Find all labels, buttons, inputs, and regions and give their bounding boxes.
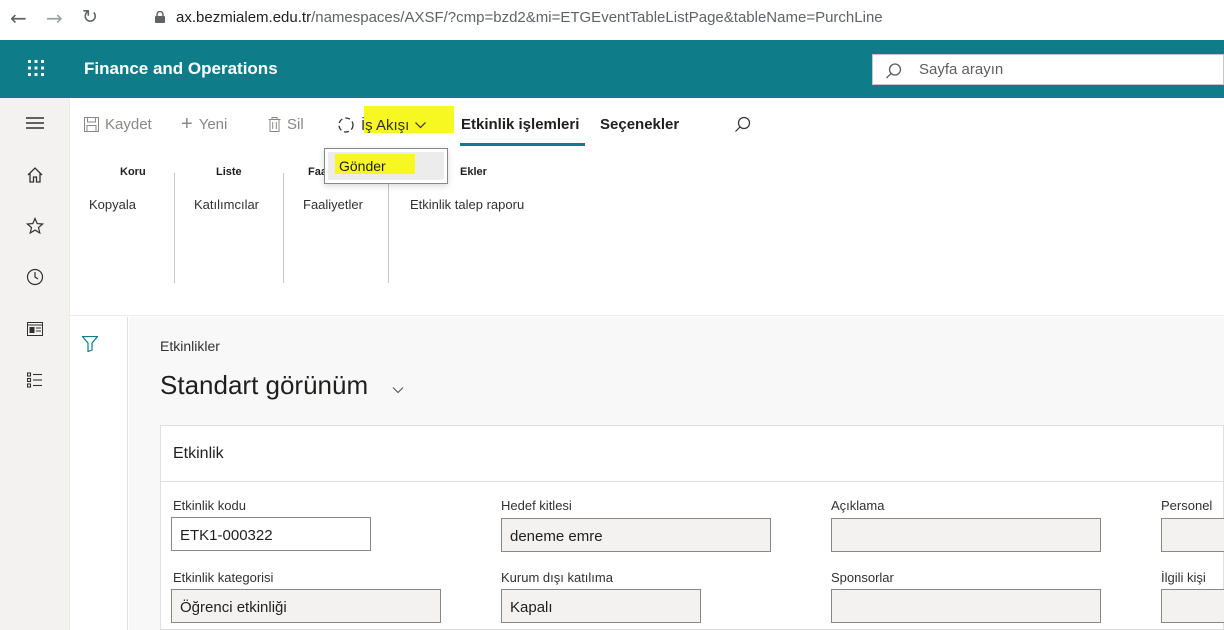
workflow-dropdown-menu: Gönder xyxy=(324,148,448,184)
ribbon-group-title: Koru xyxy=(120,166,146,178)
sponsors-field[interactable] xyxy=(831,589,1101,623)
page-caption: Etkinlikler xyxy=(160,338,220,354)
forward-arrow-icon[interactable]: → xyxy=(46,6,63,30)
filter-pane xyxy=(70,317,128,630)
field-label: Kurum dışı katılıma xyxy=(501,570,613,585)
search-icon[interactable] xyxy=(734,116,751,133)
copy-button[interactable]: Kopyala xyxy=(89,197,136,212)
ribbon-divider xyxy=(388,173,389,283)
event-code-field[interactable]: ETK1-000322 xyxy=(171,517,371,551)
home-icon[interactable] xyxy=(24,164,46,186)
page-search-input[interactable]: Sayfa arayın xyxy=(872,54,1224,85)
address-bar[interactable]: ax.bezmialem.edu.tr/namespaces/AXSF/?cmp… xyxy=(176,9,883,26)
event-request-report-button[interactable]: Etkinlik talep raporu xyxy=(410,197,524,212)
filter-funnel-icon[interactable] xyxy=(82,336,98,352)
description-field[interactable] xyxy=(831,518,1101,552)
lock-icon xyxy=(155,11,165,23)
url-path: /namespaces/AXSF/?cmp=bzd2&mi=ETGEventTa… xyxy=(311,9,883,26)
trash-icon xyxy=(268,117,281,132)
plus-icon: + xyxy=(181,113,193,135)
save-button[interactable]: Kaydet xyxy=(84,116,152,133)
waffle-menu-icon[interactable] xyxy=(26,58,46,78)
tab-options[interactable]: Seçenekler xyxy=(600,116,679,133)
url-domain: ax.bezmialem.edu.tr xyxy=(176,9,312,26)
new-label: Yeni xyxy=(198,116,228,133)
workspaces-icon[interactable] xyxy=(24,318,46,340)
search-placeholder: Sayfa arayın xyxy=(919,61,1004,78)
activities-button[interactable]: Faaliyetler xyxy=(303,197,363,212)
field-label: Sponsorlar xyxy=(831,570,894,585)
participants-button[interactable]: Katılımcılar xyxy=(194,197,259,212)
browser-toolbar: ← → ↻ ax.bezmialem.edu.tr/namespaces/AXS… xyxy=(0,0,1224,38)
target-audience-field[interactable]: deneme emre xyxy=(501,518,771,552)
staff-field[interactable] xyxy=(1161,518,1224,552)
delete-label: Sil xyxy=(287,116,304,133)
recent-clock-icon[interactable] xyxy=(24,266,46,288)
menu-item-submit-label: Gönder xyxy=(339,158,386,174)
field-label: Açıklama xyxy=(831,498,885,513)
ribbon-group-title: Liste xyxy=(216,166,242,178)
action-pane: Kaydet + Yeni Sil İş Akışı Etkinlik işle… xyxy=(70,98,1224,316)
chevron-down-icon xyxy=(415,121,427,128)
new-button[interactable]: + Yeni xyxy=(181,113,228,135)
left-navigation xyxy=(0,98,70,630)
active-tab-indicator xyxy=(460,143,585,146)
chevron-down-icon[interactable] xyxy=(392,386,404,394)
favorites-star-icon[interactable] xyxy=(24,215,46,237)
hamburger-menu-icon[interactable] xyxy=(24,112,46,134)
external-participation-field[interactable]: Kapalı xyxy=(501,589,701,623)
card-header[interactable]: Etkinlik xyxy=(161,426,1224,482)
field-label: İlgili kişi xyxy=(1161,570,1206,585)
workflow-menu-button[interactable]: İş Akışı xyxy=(337,116,427,134)
event-category-field[interactable]: Öğrenci etkinliği xyxy=(171,589,441,623)
field-label: Etkinlik kategorisi xyxy=(173,570,274,585)
contact-person-field[interactable] xyxy=(1161,589,1224,623)
field-label: Personel xyxy=(1161,498,1213,513)
modules-list-icon[interactable] xyxy=(24,369,46,391)
ribbon-divider xyxy=(283,173,284,283)
save-label: Kaydet xyxy=(105,116,152,133)
reload-icon[interactable]: ↻ xyxy=(82,6,98,28)
search-icon xyxy=(886,63,902,79)
ribbon-divider xyxy=(174,173,175,283)
tab-event-operations[interactable]: Etkinlik işlemleri xyxy=(461,116,579,133)
workflow-label: İş Akışı xyxy=(361,116,410,134)
workflow-cycle-icon xyxy=(338,117,354,133)
field-label: Etkinlik kodu xyxy=(173,498,246,513)
app-title[interactable]: Finance and Operations xyxy=(84,59,278,79)
card-title: Etkinlik xyxy=(173,445,224,462)
field-label: Hedef kitlesi xyxy=(501,498,572,513)
back-arrow-icon[interactable]: ← xyxy=(10,6,27,30)
event-card: Etkinlik Etkinlik kodu ETK1-000322 Hedef… xyxy=(160,425,1224,630)
delete-button[interactable]: Sil xyxy=(268,116,304,133)
view-selector[interactable]: Standart görünüm xyxy=(160,370,368,401)
ribbon-group-title: Ekler xyxy=(460,166,487,178)
save-disk-icon xyxy=(84,117,99,132)
app-header: Finance and Operations Sayfa arayın xyxy=(0,40,1224,98)
